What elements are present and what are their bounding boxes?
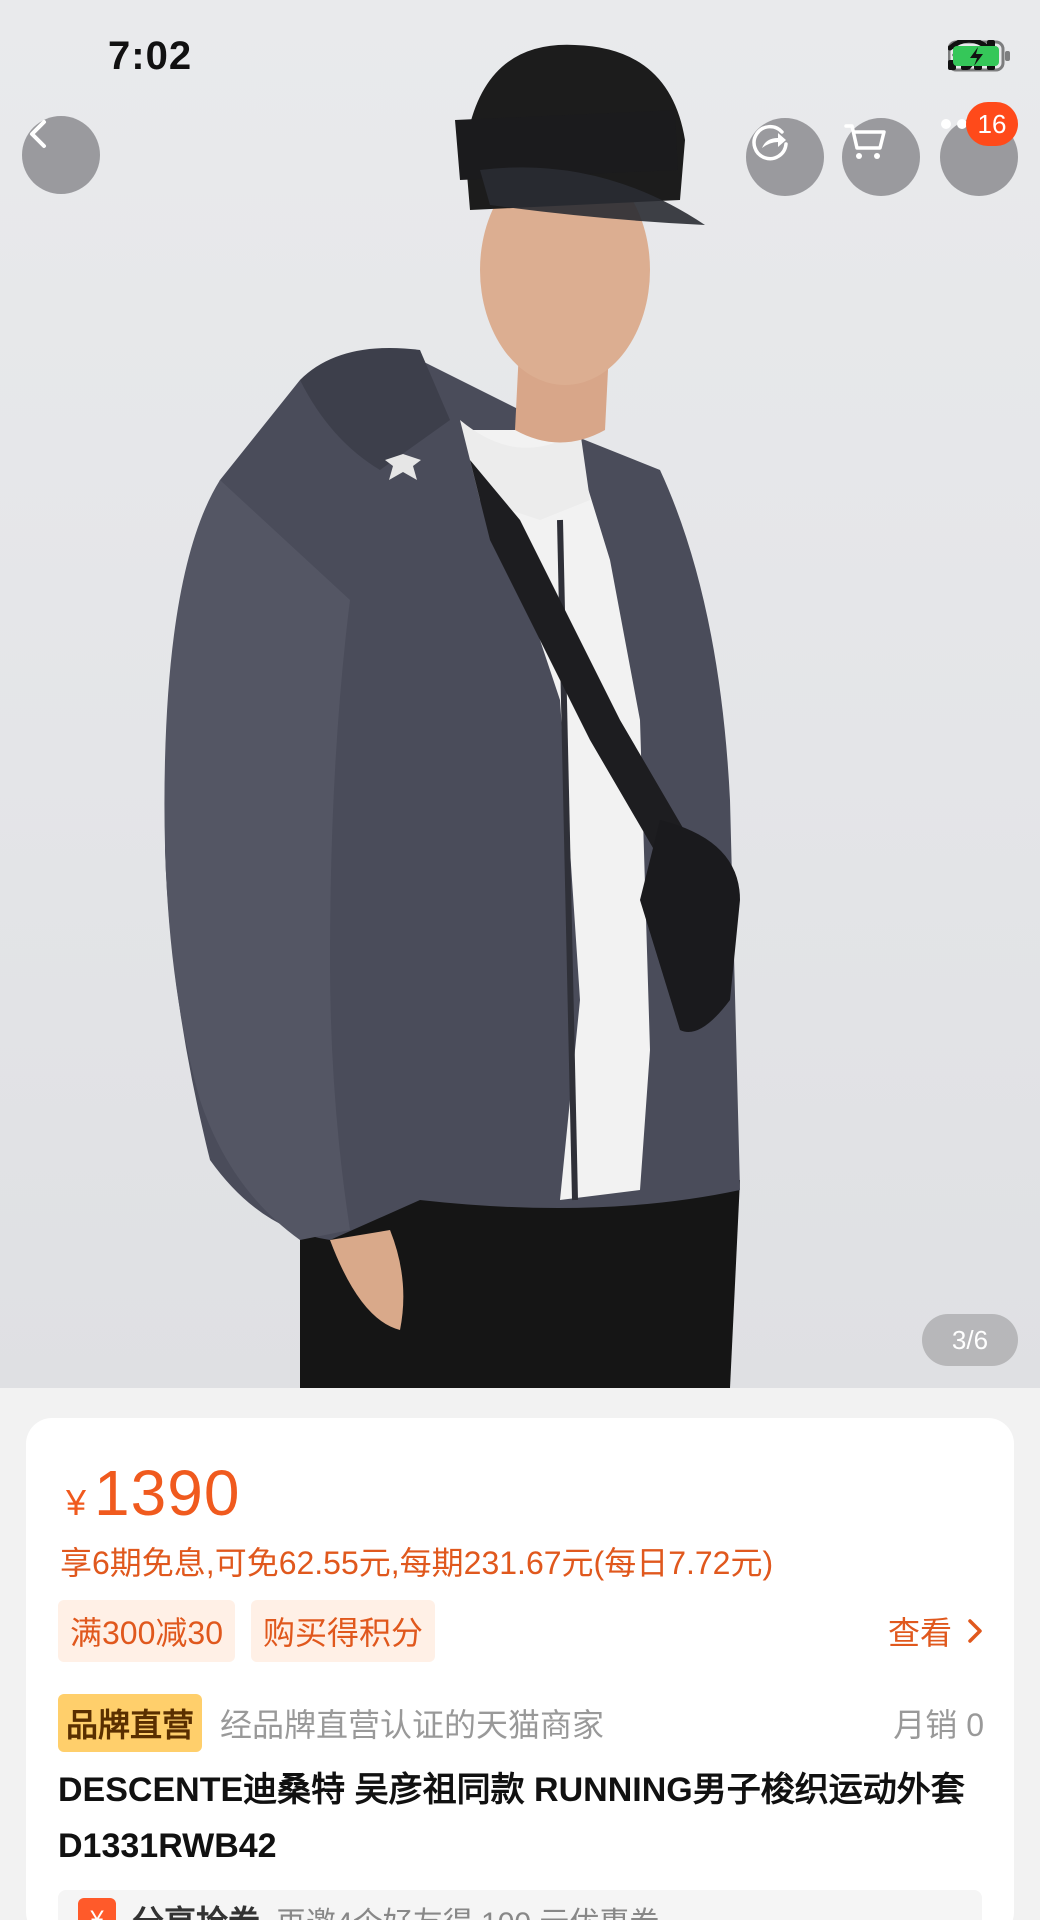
share-coupon-description: 再邀4个好友得 100 元优惠券 [276,1898,659,1920]
share-button[interactable] [746,118,824,196]
product-info-card: ¥ 1390 享6期免息,可免62.55元,每期231.67元(每日7.72元)… [26,1418,1014,1920]
promo-tag-points[interactable]: 购买得积分 [251,1600,436,1662]
promo-tag-discount[interactable]: 满300减30 [58,1600,235,1662]
brand-description: 经品牌直营认证的天猫商家 [220,1707,605,1743]
share-icon [752,124,788,161]
gallery-page-indicator: 3/6 [922,1314,1018,1366]
view-link-label: 查看 [887,1615,952,1651]
cart-button[interactable] [842,118,920,196]
currency-symbol: ¥ [66,1482,87,1523]
chevron-right-icon [968,1619,982,1643]
view-promos-link[interactable]: 查看 [888,1608,984,1654]
product-price: 1390 [94,1457,241,1529]
product-image[interactable]: 7:02 16 3/6 [0,0,1040,1388]
installment-info[interactable]: 享6期免息,可免62.55元,每期231.67元(每日7.72元) [60,1538,773,1584]
promo-tags: 满300减30 购买得积分 [58,1600,436,1662]
monthly-sales: 月销 0 [893,1707,984,1743]
product-photo-illustration [164,44,740,1388]
back-button[interactable] [22,116,100,194]
status-time: 7:02 [108,34,193,78]
back-icon [30,120,46,148]
brand-direct-tag: 品牌直营 [58,1694,203,1752]
notification-badge: 16 [966,102,1018,146]
brand-row: 品牌直营 经品牌直营认证的天猫商家 [58,1694,604,1752]
share-coupon-label: 分享抢券 [132,1897,260,1920]
product-title: DESCENTE迪桑特 吴彦祖同款 RUNNING男子梭织运动外套 D1331R… [58,1771,965,1865]
coupon-icon: ¥ [78,1898,116,1920]
status-bar: 7:02 [0,0,1040,110]
share-coupon-bar[interactable]: ¥ 分享抢券 再邀4个好友得 100 元优惠券 [58,1890,982,1920]
price-row: ¥ 1390 [66,1456,240,1530]
cart-icon [844,124,886,159]
